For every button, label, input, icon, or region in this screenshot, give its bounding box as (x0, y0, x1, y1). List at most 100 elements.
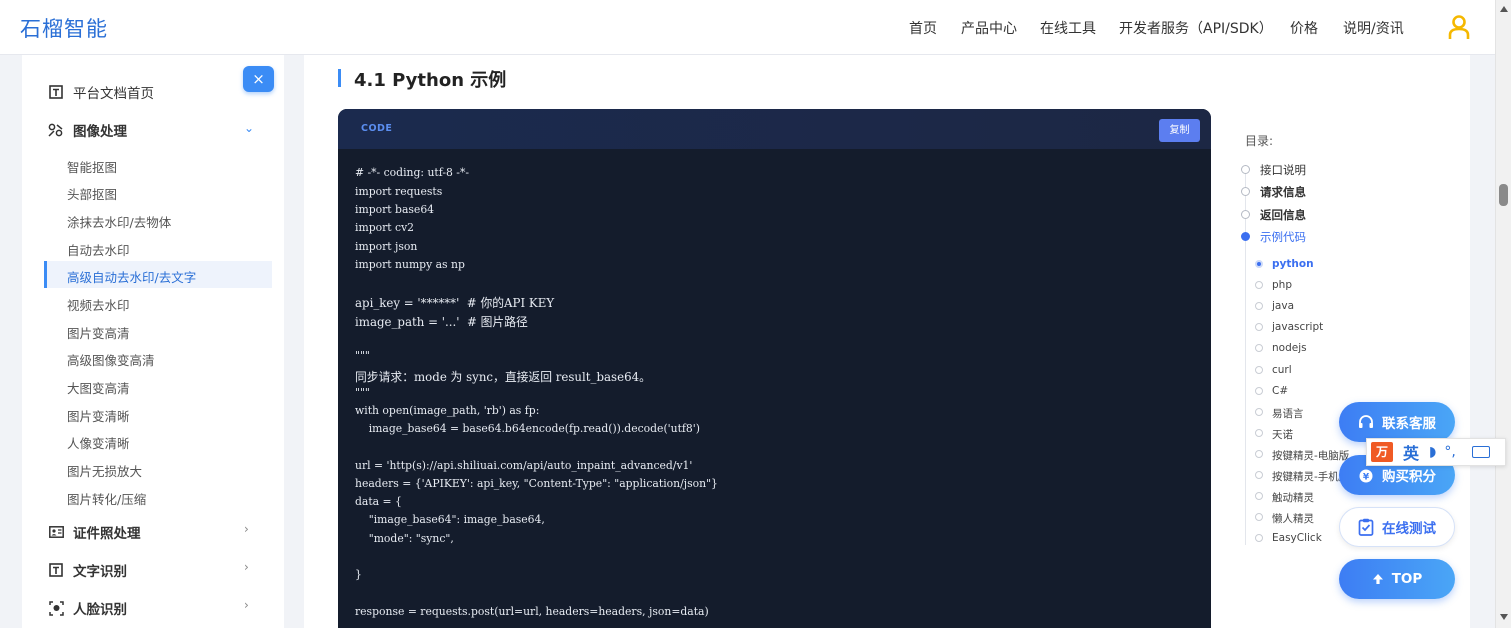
code-line: import json (355, 240, 418, 253)
sidebar-item-image-processing[interactable]: 图像处理 (48, 120, 127, 140)
sidebar-subitem[interactable]: 视频去水印 (67, 295, 130, 314)
doc-t-icon (48, 84, 64, 100)
back-to-top-label: TOP (1391, 571, 1423, 587)
toc-subitem[interactable]: nodejs (1272, 342, 1307, 354)
code-header: CODE 复制 (338, 109, 1211, 149)
toc-subdot (1255, 387, 1263, 395)
chevron-right-icon[interactable]: › (244, 522, 249, 536)
toc-item-sample-code[interactable]: 示例代码 (1260, 229, 1306, 245)
online-test-label: 在线测试 (1382, 521, 1436, 537)
nav-pricing[interactable]: 价格 (1290, 18, 1318, 38)
sidebar-subitem-active[interactable]: 高级自动去水印/去文字 (67, 267, 196, 286)
toc-timeline (1245, 165, 1246, 545)
sidebar-item-label: 文字识别 (73, 564, 127, 580)
chevron-down-icon[interactable]: ⌄ (244, 121, 254, 135)
scroll-down-arrow-icon[interactable] (1500, 614, 1508, 620)
headset-icon (1358, 414, 1374, 430)
sidebar-item-label: 人脸识别 (73, 602, 127, 618)
toc-subdot (1255, 408, 1263, 416)
toc-subitem[interactable]: 按键精灵-手机版 (1272, 469, 1349, 484)
sidebar-subitem[interactable]: 自动去水印 (67, 240, 130, 259)
toc-subitem[interactable]: curl (1272, 364, 1292, 376)
code-line: import base64 (355, 203, 435, 216)
scroll-thumb[interactable] (1499, 184, 1508, 206)
nav-products[interactable]: 产品中心 (961, 18, 1017, 38)
toc-subitem[interactable]: 按键精灵-电脑版 (1272, 448, 1349, 463)
toc-subitem[interactable]: 触动精灵 (1272, 490, 1314, 505)
text-t-icon (48, 562, 64, 578)
user-icon[interactable] (1447, 14, 1471, 40)
top-navbar: 石榴智能 首页 产品中心 在线工具 开发者服务（API/SDK） 价格 说明/资… (0, 0, 1495, 55)
toc-item-response[interactable]: 返回信息 (1260, 207, 1306, 223)
toc-subdot (1255, 513, 1263, 521)
toc-subitem[interactable]: C# (1272, 385, 1288, 397)
code-language-tag: CODE (361, 123, 393, 134)
toc-subdot (1255, 471, 1263, 479)
toc-dot (1241, 187, 1250, 196)
toc-subdot (1255, 450, 1263, 458)
code-line: import requests (355, 185, 443, 198)
face-scan-icon (48, 600, 64, 616)
sidebar-subitem[interactable]: 头部抠图 (67, 184, 117, 203)
contact-support-label: 联系客服 (1382, 416, 1436, 432)
toc-dot (1241, 165, 1250, 174)
chevron-right-icon[interactable]: › (244, 598, 249, 612)
nav-docs-news[interactable]: 说明/资讯 (1343, 18, 1404, 38)
code-line: headers = {'APIKEY': api_key, "Content-T… (355, 477, 718, 490)
sidebar-item-face[interactable]: 人脸识别 (48, 598, 127, 618)
punctuation-icon[interactable]: °, (1444, 444, 1455, 460)
code-line: response = requests.post(url=url, header… (355, 605, 709, 618)
code-line: "image_base64": image_base64, (355, 513, 545, 526)
sidebar-item-docs-home[interactable]: 平台文档首页 (48, 82, 154, 102)
contact-support-button[interactable]: 联系客服 (1339, 402, 1455, 442)
sidebar-close-button[interactable]: × (243, 66, 274, 92)
nav-home[interactable]: 首页 (909, 18, 937, 38)
brand-logo[interactable]: 石榴智能 (20, 13, 108, 43)
code-line: """ (355, 386, 370, 399)
code-line: with open(image_path, 'rb') as fp: (355, 404, 540, 417)
sidebar-subitem[interactable]: 图片变清晰 (67, 406, 130, 425)
copy-button[interactable]: 复制 (1159, 119, 1200, 142)
sidebar-subitem[interactable]: 大图变高清 (67, 378, 130, 397)
sidebar-subitem[interactable]: 智能抠图 (67, 157, 117, 176)
toc-subitem[interactable]: EasyClick (1272, 532, 1322, 544)
toc-subitem[interactable]: 易语言 (1272, 406, 1304, 421)
toc-subdot (1255, 534, 1263, 542)
sidebar-subitem[interactable]: 图片无损放大 (67, 461, 142, 480)
toc-subitem[interactable]: python (1272, 258, 1314, 270)
back-to-top-button[interactable]: TOP (1339, 559, 1455, 599)
toc-subitem[interactable]: java (1272, 300, 1294, 312)
online-test-button[interactable]: 在线测试 (1339, 507, 1455, 547)
toc-subitem[interactable]: 天诺 (1272, 427, 1293, 442)
sidebar-item-id-photo[interactable]: 证件照处理 (48, 522, 141, 542)
toc-subitem[interactable]: php (1272, 279, 1292, 291)
sidebar-subitem[interactable]: 图片变高清 (67, 323, 130, 342)
sidebar-subitem[interactable]: 图片转化/压缩 (67, 489, 146, 508)
sidebar-item-ocr[interactable]: 文字识别 (48, 560, 127, 580)
section-title: 4.1 Python 示例 (354, 70, 507, 91)
nav-online-tools[interactable]: 在线工具 (1040, 18, 1096, 38)
ime-toolbar[interactable]: 万 英 ◗ °, (1366, 438, 1506, 466)
toc-subitem[interactable]: 懒人精灵 (1272, 511, 1314, 526)
image-processing-icon (48, 122, 64, 138)
ime-language-toggle[interactable]: 英 (1403, 440, 1419, 464)
page-scrollbar[interactable] (1495, 0, 1511, 628)
toc-item-request[interactable]: 请求信息 (1260, 184, 1306, 200)
code-line: url = 'http(s)://api.shiliuai.com/api/au… (355, 459, 693, 472)
chevron-right-icon[interactable]: › (244, 560, 249, 574)
nav-developer[interactable]: 开发者服务（API/SDK） (1119, 18, 1273, 38)
toc-subitem[interactable]: javascript (1272, 321, 1323, 333)
id-card-icon (48, 524, 64, 540)
sidebar-subitem[interactable]: 人像变清晰 (67, 433, 130, 452)
code-block: CODE 复制 # -*- coding: utf-8 -*- import re… (338, 109, 1211, 628)
toc-dot (1241, 210, 1250, 219)
sidebar-subitem[interactable]: 高级图像变高清 (67, 350, 155, 369)
keyboard-icon[interactable] (1471, 446, 1490, 458)
toc-subdot-active (1255, 260, 1263, 268)
sidebar-subitem[interactable]: 涂抹去水印/去物体 (67, 212, 171, 231)
scroll-up-arrow-icon[interactable] (1500, 6, 1508, 12)
toc-subdot (1255, 429, 1263, 437)
moon-icon[interactable]: ◗ (1429, 444, 1436, 460)
ime-logo-icon[interactable]: 万 (1371, 442, 1393, 462)
toc-item-api-desc[interactable]: 接口说明 (1260, 162, 1306, 178)
